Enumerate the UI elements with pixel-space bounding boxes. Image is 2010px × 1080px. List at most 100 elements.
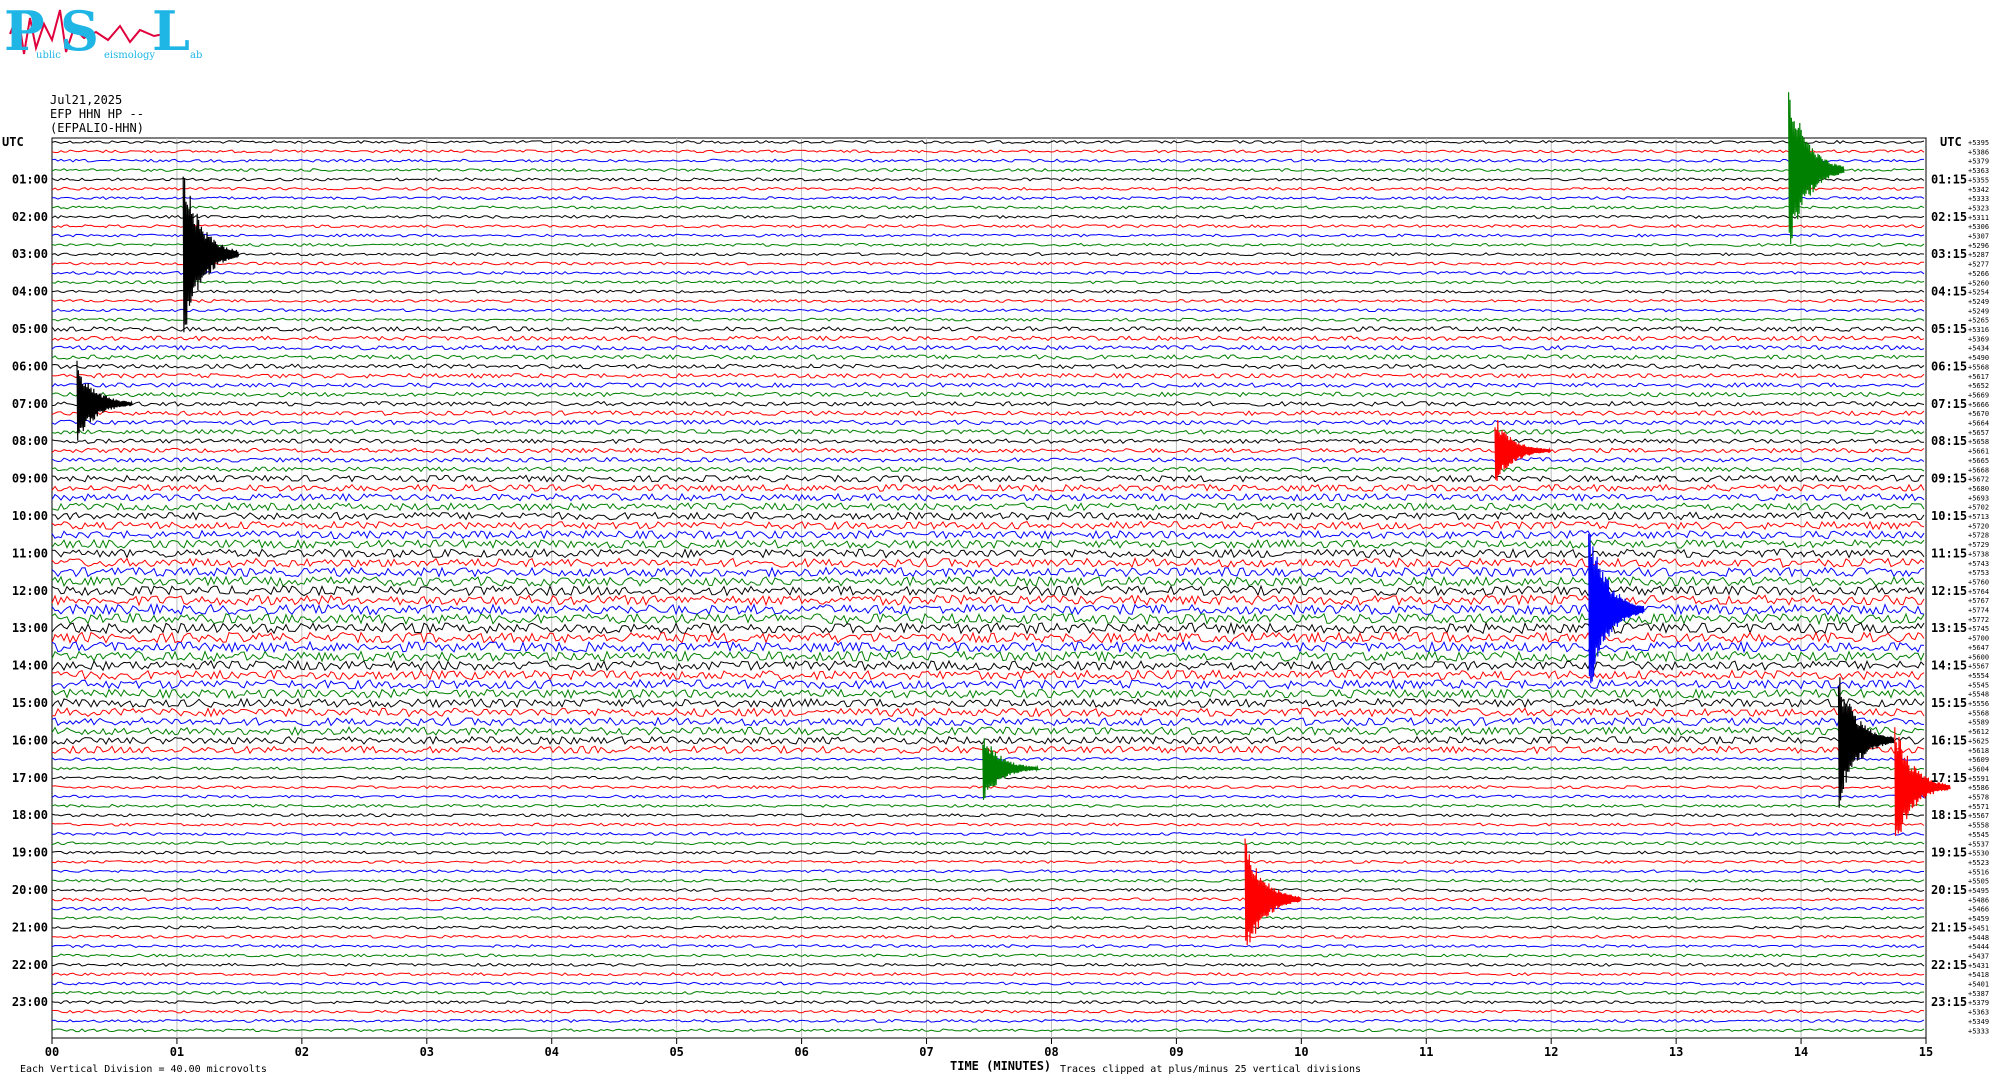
left-hour-label: 08:00 <box>12 434 48 448</box>
trace-line <box>51 196 1925 201</box>
x-tick-label: 01 <box>170 1045 184 1059</box>
right-hour-label: 17:15 <box>1931 771 1967 785</box>
x-tick-label: 15 <box>1919 1045 1933 1059</box>
left-hour-label: 12:00 <box>12 584 48 598</box>
x-tick-label: 05 <box>669 1045 683 1059</box>
trace-offset-label: +5466 <box>1968 906 1989 914</box>
trace-offset-label: +5664 <box>1968 420 1989 428</box>
trace-line <box>51 520 1925 531</box>
trace-offset-label: +5729 <box>1968 541 1989 549</box>
trace-line <box>51 224 1925 229</box>
trace-line <box>52 934 1925 939</box>
left-hour-label: 21:00 <box>12 920 48 934</box>
trace-line <box>51 372 1925 379</box>
right-hour-label: 05:15 <box>1931 322 1967 336</box>
trace-line <box>51 575 1925 588</box>
left-hour-label: 07:00 <box>12 397 48 411</box>
right-hour-label: 03:15 <box>1931 247 1967 261</box>
helicorder-plot: 01:00 02:00 03:00 04:00 05:00 06:00 07:00 08:00… <box>12 92 1989 1059</box>
trace-offset-label: +5586 <box>1968 784 1989 792</box>
trace-offset-label: +5495 <box>1968 887 1989 895</box>
left-hour-label: 04:00 <box>12 285 48 299</box>
trace-offset-label: +5657 <box>1968 429 1989 437</box>
trace-offset-label: +5490 <box>1968 354 1989 362</box>
trace-line <box>51 612 1925 626</box>
x-tick-label: 11 <box>1419 1045 1433 1059</box>
trace-offset-label: +5625 <box>1968 737 1989 745</box>
trace-offset-label: +5333 <box>1968 195 1989 203</box>
x-axis-title: TIME (MINUTES) <box>950 1059 1052 1073</box>
trace-offset-label: +5567 <box>1968 812 1989 820</box>
trace-line <box>51 726 1925 736</box>
trace-line <box>51 897 1925 902</box>
trace-line <box>51 177 1925 182</box>
right-hour-label: 20:15 <box>1931 883 1967 897</box>
right-offset-labels: +5395+5386+5379+5363+5355+5342+5333+5323… <box>1968 139 1989 1035</box>
trace-offset-label: +5764 <box>1968 588 1989 596</box>
vertical-division-note: Each Vertical Division = 40.00 microvolt… <box>20 1064 267 1075</box>
trace-line <box>51 716 1925 727</box>
trace-line <box>51 566 1925 578</box>
event-waveform <box>182 176 240 333</box>
right-hour-label: 01:15 <box>1931 172 1967 186</box>
left-hour-label: 01:00 <box>12 172 48 186</box>
x-tick-label: 14 <box>1794 1045 1808 1059</box>
trace-line <box>52 308 1925 313</box>
trace-offset-label: +5767 <box>1968 597 1989 605</box>
trace-line <box>51 972 1925 977</box>
trace-offset-label: +5363 <box>1968 167 1989 175</box>
x-tick-label: 13 <box>1669 1045 1683 1059</box>
trace-line <box>51 990 1924 995</box>
seismic-traces <box>51 139 1925 1033</box>
trace-offset-label: +5670 <box>1968 410 1989 418</box>
trace-line <box>51 447 1925 454</box>
trace-offset-label: +5379 <box>1968 999 1989 1007</box>
trace-offset-label: +5618 <box>1968 747 1989 755</box>
x-tick-label: 12 <box>1544 1045 1558 1059</box>
trace-line <box>51 400 1925 407</box>
trace-line <box>51 1009 1925 1014</box>
trace-offset-label: +5444 <box>1968 943 1989 951</box>
trace-offset-label: +5316 <box>1968 326 1989 334</box>
trace-line <box>51 502 1925 512</box>
event-waveform <box>76 360 133 441</box>
trace-offset-label: +5349 <box>1968 1018 1989 1026</box>
right-hour-label: 02:15 <box>1931 210 1967 224</box>
trace-line <box>51 1028 1925 1033</box>
left-hour-label: 09:00 <box>12 472 48 486</box>
trace-line <box>51 953 1925 958</box>
x-tick-label: 07 <box>919 1045 933 1059</box>
trace-offset-label: +5523 <box>1968 859 1989 867</box>
trace-offset-label: +5254 <box>1968 289 1989 297</box>
left-hour-label: 17:00 <box>12 771 48 785</box>
trace-line <box>51 168 1925 173</box>
trace-offset-label: +5604 <box>1968 765 1989 773</box>
trace-offset-label: +5647 <box>1968 644 1989 652</box>
left-hour-label: 23:00 <box>12 995 48 1009</box>
trace-offset-label: +5753 <box>1968 569 1989 577</box>
trace-offset-label: +5558 <box>1968 822 1989 830</box>
right-hour-label: 22:15 <box>1931 958 1967 972</box>
trace-offset-label: +5386 <box>1968 148 1989 156</box>
trace-offset-label: +5772 <box>1968 616 1989 624</box>
trace-offset-label: +5738 <box>1968 550 1989 558</box>
trace-offset-label: +5260 <box>1968 279 1989 287</box>
event-waveform <box>1788 92 1845 245</box>
trace-line <box>51 419 1925 426</box>
trace-offset-label: +5774 <box>1968 607 1989 615</box>
trace-line <box>51 678 1925 690</box>
helicorder-page: P S L ublic eismology ab Jul21,2025 EFP … <box>0 0 2010 1080</box>
trace-offset-label: +5459 <box>1968 915 1989 923</box>
trace-line <box>51 270 1925 275</box>
trace-line <box>51 511 1925 521</box>
event-waveform <box>1244 838 1301 946</box>
left-hour-label: 06:00 <box>12 359 48 373</box>
left-hour-label: 16:00 <box>12 733 48 747</box>
trace-line <box>51 335 1925 342</box>
right-hour-label: 06:15 <box>1931 359 1967 373</box>
trace-offset-label: +5693 <box>1968 494 1989 502</box>
trace-line <box>51 363 1925 370</box>
trace-offset-label: +5323 <box>1968 204 1989 212</box>
trace-offset-label: +5668 <box>1968 466 1989 474</box>
trace-offset-label: +5431 <box>1968 962 1989 970</box>
